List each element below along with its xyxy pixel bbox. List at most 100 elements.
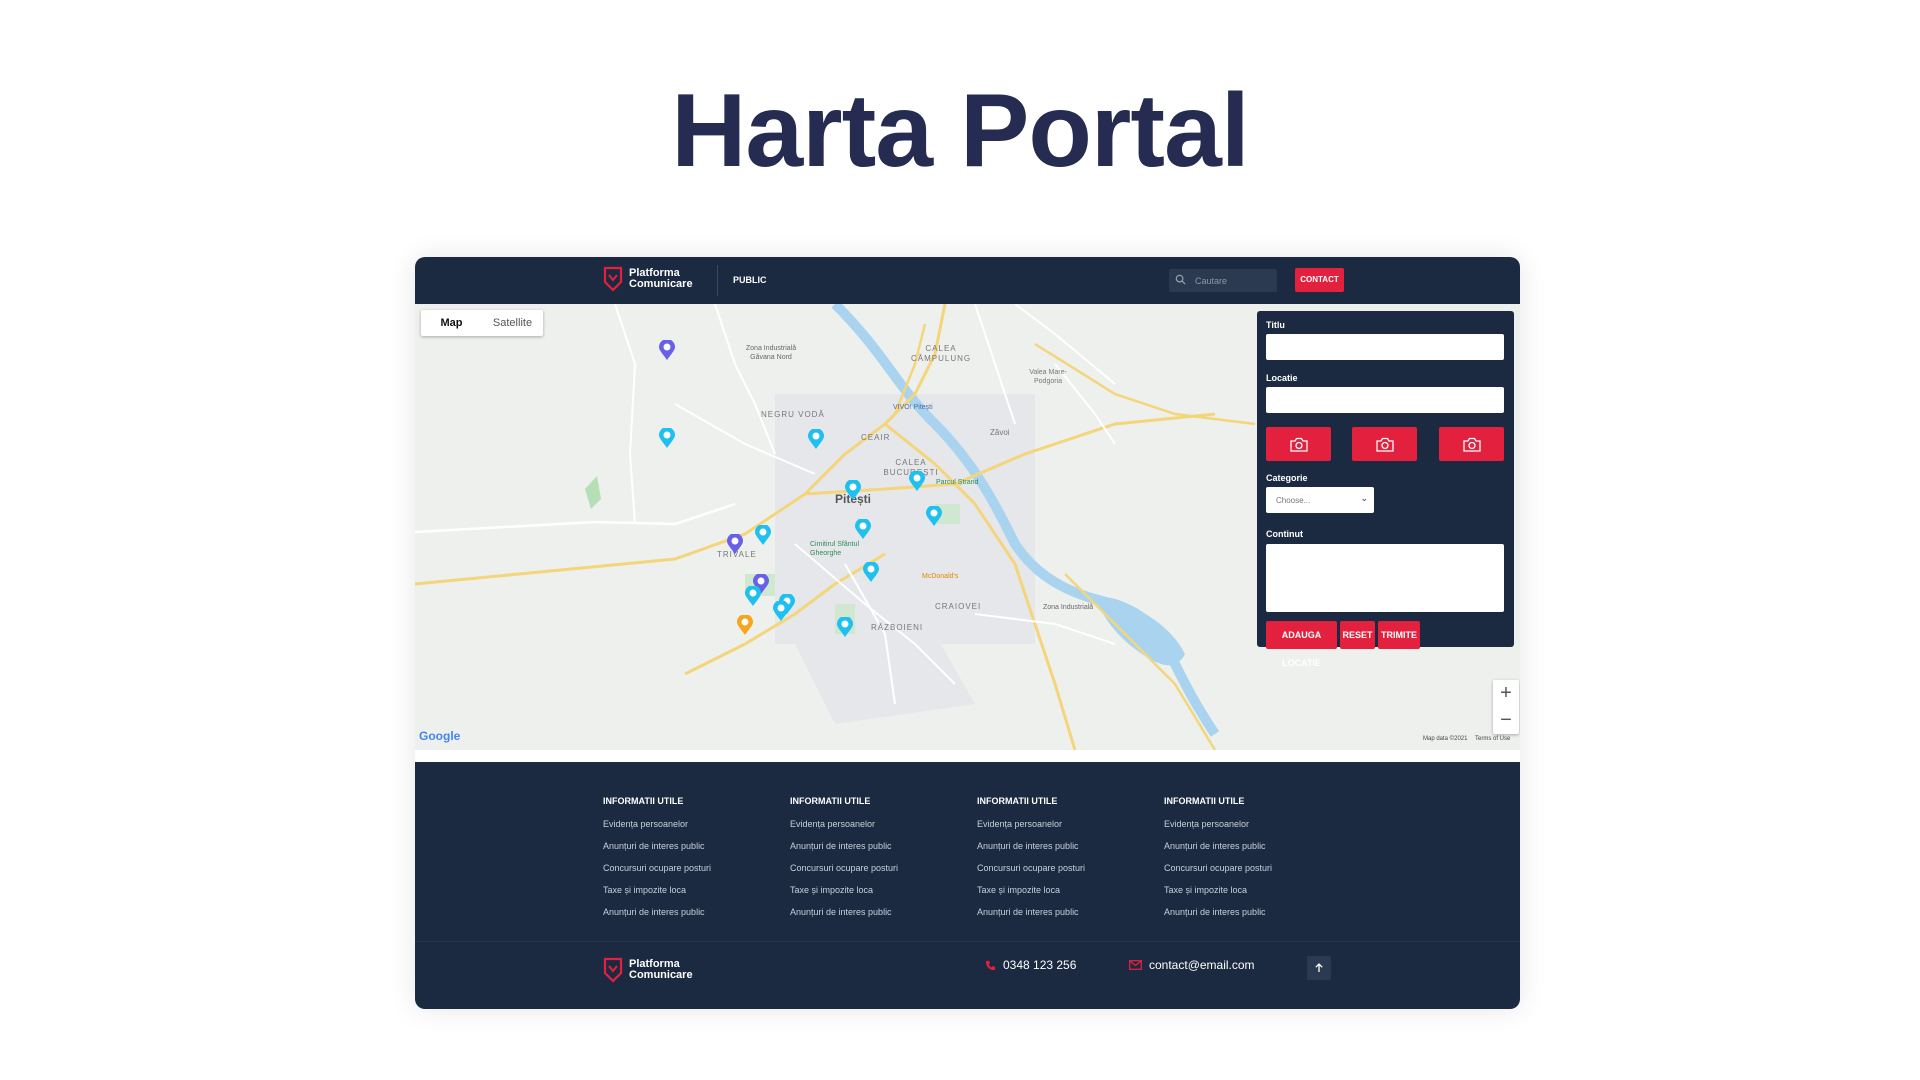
footer-heading: INFORMATII UTILE — [790, 796, 871, 806]
footer-link[interactable]: Anunțuri de interes public — [790, 841, 898, 863]
email-address: contact@email.com — [1149, 958, 1255, 972]
map-label: Zăvoi — [990, 428, 1010, 437]
brand-name: Platforma Comunicare — [629, 267, 693, 290]
map-attribution: Map data ©2021 — [1423, 736, 1468, 742]
map-label: Zona Industrială — [1043, 604, 1094, 611]
footer-brand-name: Platforma Comunicare — [629, 958, 693, 981]
footer-link[interactable]: Anunțuri de interes public — [603, 907, 711, 929]
footer-link[interactable]: Taxe și impozite loca — [1164, 885, 1272, 907]
map-type-satellite[interactable]: Satellite — [482, 310, 543, 336]
map-pin-icon[interactable] — [745, 586, 761, 606]
submit-button[interactable]: TRIMITE — [1378, 621, 1420, 649]
category-select[interactable]: Choose... ⌄ — [1266, 487, 1374, 513]
footer: INFORMATII UTILE Evidența persoanelor An… — [415, 762, 1520, 1009]
footer-link[interactable]: Anunțuri de interes public — [977, 907, 1085, 929]
zoom-out-button[interactable]: − — [1493, 707, 1519, 734]
footer-column: INFORMATII UTILE Evidența persoanelor An… — [790, 796, 898, 929]
map-type-map[interactable]: Map — [421, 310, 482, 336]
terms-link[interactable]: Terms of Use — [1475, 736, 1510, 742]
search-icon — [1175, 274, 1186, 285]
footer-link[interactable]: Evidența persoanelor — [1164, 819, 1272, 841]
map-pin-icon[interactable] — [727, 534, 743, 554]
footer-link[interactable]: Taxe și impozite loca — [790, 885, 898, 907]
arrow-up-icon — [1315, 963, 1323, 972]
map-label: RĂZBOIENI — [871, 623, 924, 632]
google-logo: Google — [419, 729, 461, 743]
map-label: Zona Industrială Găvana Nord — [745, 345, 797, 361]
map-type-toggle: Map Satellite — [421, 310, 543, 336]
zoom-in-button[interactable]: + — [1493, 680, 1519, 707]
footer-brand-logo[interactable]: Platforma Comunicare — [603, 957, 693, 983]
photo-upload-button[interactable] — [1266, 427, 1331, 461]
location-input[interactable] — [1266, 387, 1504, 413]
footer-phone[interactable]: 0348 123 256 — [985, 958, 1076, 972]
footer-link[interactable]: Concursuri ocupare posturi — [1164, 863, 1272, 885]
footer-link[interactable]: Concursuri ocupare posturi — [790, 863, 898, 885]
map-label: McDonald's — [922, 573, 959, 580]
footer-link[interactable]: Anunțuri de interes public — [603, 841, 711, 863]
brand-logo[interactable]: Platforma Comunicare — [603, 266, 693, 292]
category-selected-value: Choose... — [1276, 496, 1311, 505]
footer-link[interactable]: Taxe și impozite loca — [977, 885, 1085, 907]
footer-link[interactable]: Evidența persoanelor — [790, 819, 898, 841]
page-title: Harta Portal — [671, 73, 1250, 189]
map-pin-icon[interactable] — [808, 429, 824, 449]
scroll-to-top-button[interactable] — [1307, 956, 1331, 980]
footer-link[interactable]: Concursuri ocupare posturi — [603, 863, 711, 885]
map-label: NEGRU VODĂ — [761, 410, 825, 419]
footer-link[interactable]: Anunțuri de interes public — [1164, 907, 1272, 929]
map-label: CALEA CÂMPULUNG — [911, 344, 972, 363]
title-label: Titlu — [1266, 320, 1285, 330]
map-pin-icon[interactable] — [845, 480, 861, 500]
phone-icon — [985, 960, 996, 970]
map-pin-icon[interactable] — [659, 340, 675, 360]
content-textarea[interactable] — [1266, 544, 1504, 612]
map-pin-icon[interactable] — [737, 615, 753, 635]
shield-logo-icon — [603, 266, 623, 292]
footer-link[interactable]: Evidența persoanelor — [977, 819, 1085, 841]
title-input[interactable] — [1266, 334, 1504, 360]
footer-heading: INFORMATII UTILE — [977, 796, 1058, 806]
chevron-down-icon: ⌄ — [1360, 493, 1368, 503]
phone-number: 0348 123 256 — [1003, 958, 1077, 972]
map-pin-icon[interactable] — [909, 471, 925, 491]
footer-link[interactable]: Taxe și impozite loca — [603, 885, 711, 907]
photo-upload-button[interactable] — [1439, 427, 1504, 461]
footer-link[interactable]: Evidența persoanelor — [603, 819, 711, 841]
footer-column: INFORMATII UTILE Evidența persoanelor An… — [1164, 796, 1272, 929]
map-pin-icon[interactable] — [863, 562, 879, 582]
location-form: Titlu Locatie Categorie Choose... ⌄ Cont… — [1257, 311, 1514, 668]
map-pin-icon[interactable] — [837, 617, 853, 637]
footer-heading: INFORMATII UTILE — [603, 796, 684, 806]
map-label: CRAIOVEI — [935, 602, 982, 611]
add-location-button[interactable]: ADAUGA LOCATIE — [1266, 621, 1337, 668]
shield-logo-icon — [603, 957, 623, 983]
footer-link[interactable]: Anunțuri de interes public — [1164, 841, 1272, 863]
footer-email[interactable]: contact@email.com — [1129, 958, 1255, 972]
contact-button[interactable]: CONTACT — [1295, 268, 1344, 292]
map-pin-icon[interactable] — [773, 601, 789, 621]
map-pin-icon[interactable] — [659, 428, 675, 448]
camera-icon — [1375, 437, 1394, 452]
nav-public[interactable]: PUBLIC — [733, 275, 767, 285]
search-input[interactable]: Cautare — [1195, 276, 1227, 286]
zoom-control: + − — [1493, 680, 1519, 734]
map-label: Valea Mare-Podgoria — [1029, 369, 1067, 385]
search-box[interactable]: Cautare — [1169, 269, 1277, 292]
footer-column: INFORMATII UTILE Evidența persoanelor An… — [977, 796, 1085, 929]
content-label: Continut — [1266, 529, 1303, 539]
map-label: VIVO! Pitești — [893, 404, 933, 411]
reset-button[interactable]: RESET — [1340, 621, 1375, 649]
map-pin-icon[interactable] — [755, 525, 771, 545]
map-pin-icon[interactable] — [926, 506, 942, 526]
footer-link[interactable]: Concursuri ocupare posturi — [977, 863, 1085, 885]
map-label: Cimitirul Sfântul Gheorghe — [810, 541, 860, 557]
map-view[interactable]: Zona Industrială Găvana Nord NEGRU VODĂ … — [415, 304, 1520, 750]
footer-link[interactable]: Anunțuri de interes public — [977, 841, 1085, 863]
header-divider — [717, 265, 718, 296]
footer-link[interactable]: Anunțuri de interes public — [790, 907, 898, 929]
photo-upload-button[interactable] — [1352, 427, 1417, 461]
footer-column: INFORMATII UTILE Evidența persoanelor An… — [603, 796, 711, 929]
footer-heading: INFORMATII UTILE — [1164, 796, 1245, 806]
map-pin-icon[interactable] — [855, 519, 871, 539]
